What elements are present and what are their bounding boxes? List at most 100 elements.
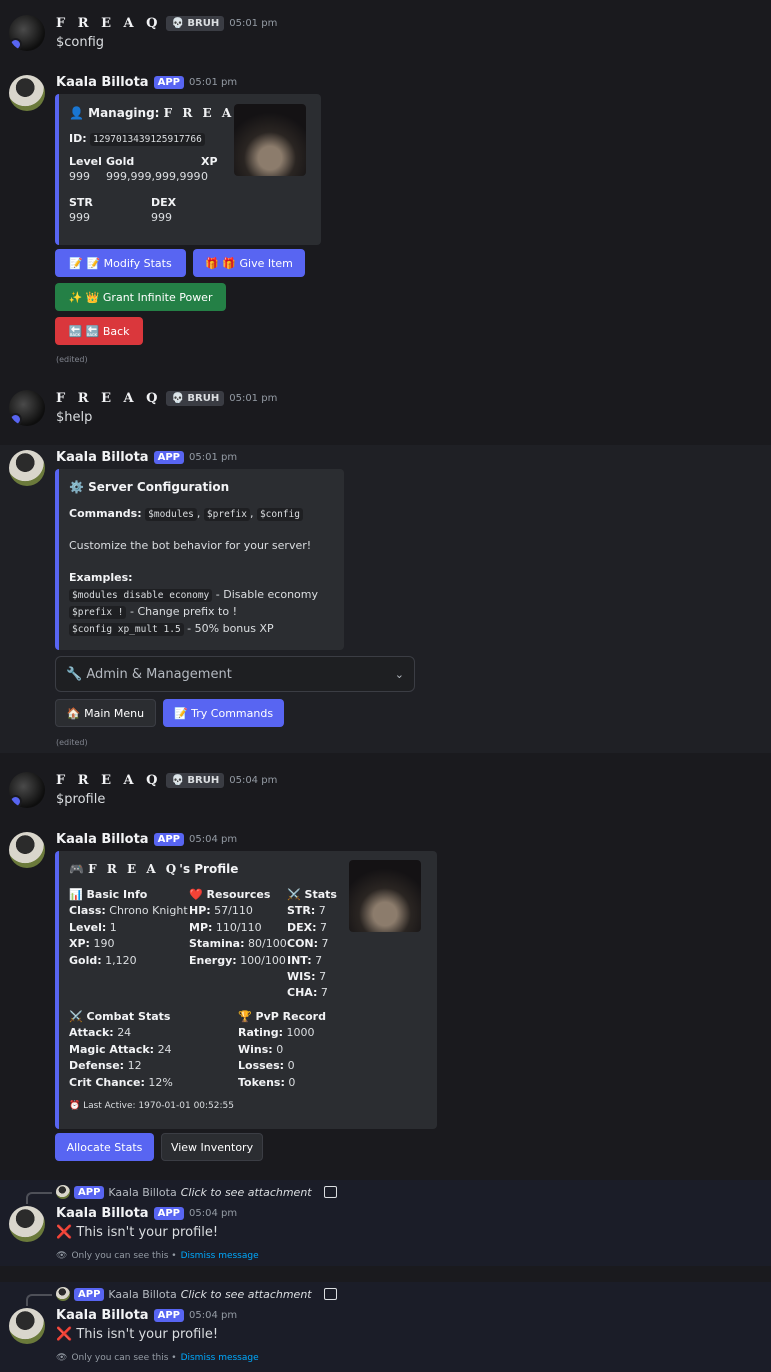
resources: ❤️ Resources HP: 57/110 MP: 110/110 Stam… [189, 888, 287, 967]
embed-thumbnail[interactable] [234, 104, 306, 176]
avatar[interactable] [9, 15, 45, 51]
timestamp: 05:04 pm [188, 1208, 238, 1219]
app-tag: APP [153, 1309, 184, 1322]
eye-icon: 👁 [56, 1251, 68, 1261]
timestamp: 05:01 pm [229, 18, 278, 29]
ephemeral-message: APP Kaala Billota Click to see attachmen… [0, 1282, 771, 1372]
message-text: $help [56, 410, 93, 425]
avatar[interactable] [9, 1206, 45, 1242]
nitro-badge-icon [9, 795, 22, 808]
stats: ⚔️ Stats STR: 7 DEX: 7 CON: 7 INT: 7 WIS… [287, 888, 337, 1000]
avatar [56, 1185, 70, 1199]
allocate-stats-button[interactable]: Allocate Stats [55, 1133, 154, 1161]
message-text: $config [56, 35, 105, 50]
heart-icon: ❤️ [189, 888, 203, 901]
game-controller-icon: 🎮 [69, 862, 84, 876]
reply-spine [26, 1192, 52, 1204]
app-tag: APP [153, 451, 184, 464]
reply-preview[interactable]: APP Kaala Billota Click to see attachmen… [56, 1287, 337, 1301]
trophy-icon: 🏆 [238, 1010, 252, 1023]
server-config-embed: ⚙️ Server Configuration Commands: $modul… [55, 469, 344, 650]
reply-spine [26, 1294, 52, 1306]
profile-embed: 🎮 F R E A Q's Profile 📊 Basic Info Class… [55, 851, 437, 1129]
edited-label: (edited) [56, 738, 88, 747]
category-select[interactable]: 🔧 Admin & Management ⌄ [55, 656, 415, 692]
nitro-badge-icon [9, 413, 22, 426]
role-tag: 💀 BRUH [166, 16, 225, 31]
modify-stats-button[interactable]: 📝 📝 Modify Stats [55, 249, 186, 277]
app-tag: APP [153, 1207, 184, 1220]
main-menu-button[interactable]: 🏠 Main Menu [55, 699, 156, 727]
message-server-config: Kaala Billota APP 05:01 pm ⚙️ Server Con… [0, 445, 771, 753]
eye-icon: 👁 [56, 1353, 68, 1363]
timestamp: 05:01 pm [188, 77, 238, 88]
basic-info: 📊 Basic Info Class: Chrono Knight Level:… [69, 888, 188, 967]
commands-line: Commands: $modules, $prefix, $config [69, 507, 303, 521]
dismiss-message-link[interactable]: Dismiss message [181, 1353, 259, 1363]
username[interactable]: Kaala Billota [56, 1206, 149, 1221]
message-text: ❌ This isn't your profile! [56, 1225, 219, 1240]
message-help: F R E A Q 💀 BRUH 05:01 pm $help [0, 375, 771, 445]
chart-icon: 📊 [69, 888, 83, 901]
role-tag: 💀 BRUH [166, 773, 225, 788]
gear-icon: ⚙️ [69, 480, 84, 494]
chevron-down-icon: ⌄ [394, 667, 404, 681]
username[interactable]: F R E A Q [56, 773, 161, 788]
view-inventory-button[interactable]: View Inventory [161, 1133, 263, 1161]
dismiss-message-link[interactable]: Dismiss message [181, 1251, 259, 1261]
avatar[interactable] [9, 1308, 45, 1344]
avatar[interactable] [9, 390, 45, 426]
username[interactable]: F R E A Q [56, 391, 161, 406]
nitro-badge-icon [9, 38, 22, 51]
user-icon: 👤 [69, 106, 84, 120]
message-profile-cmd: F R E A Q 💀 BRUH 05:04 pm $profile [0, 757, 771, 827]
username[interactable]: Kaala Billota [56, 832, 149, 847]
app-tag: APP [153, 76, 184, 89]
embed-description: Customize the bot behavior for your serv… [69, 539, 312, 552]
message-text: ❌ This isn't your profile! [56, 1327, 219, 1342]
message-text: $profile [56, 792, 106, 807]
avatar[interactable] [9, 450, 45, 486]
crossed-swords-icon: ⚔️ [69, 1010, 83, 1023]
username[interactable]: Kaala Billota [56, 1308, 149, 1323]
pvp-record: 🏆 PvP Record Rating: 1000 Wins: 0 Losses… [238, 1010, 326, 1089]
avatar [56, 1287, 70, 1301]
grant-infinite-power-button[interactable]: ✨ 👑 Grant Infinite Power [55, 283, 226, 311]
ephemeral-note: 👁 Only you can see this • Dismiss messag… [56, 1251, 259, 1261]
combat-stats: ⚔️ Combat Stats Attack: 24 Magic Attack:… [69, 1010, 173, 1089]
avatar[interactable] [9, 772, 45, 808]
try-commands-button[interactable]: 📝 Try Commands [163, 699, 284, 727]
examples-label: Examples: [69, 571, 133, 584]
embed-title: 👤 Managing: F R E A Q [69, 106, 255, 120]
user-id: 1297013439125917766 [90, 133, 205, 146]
message-config: F R E A Q 💀 BRUH 05:01 pm $config [0, 0, 771, 70]
app-tag: APP [153, 833, 184, 846]
back-button[interactable]: 🔙 🔙 Back [55, 317, 143, 345]
message-managing: Kaala Billota APP 05:01 pm 👤 Managing: F… [0, 70, 771, 370]
timestamp: 05:01 pm [229, 393, 278, 404]
image-icon [323, 1288, 337, 1300]
examples-list: $modules disable economy - Disable econo… [69, 587, 318, 638]
username[interactable]: Kaala Billota [56, 450, 149, 465]
managing-embed: 👤 Managing: F R E A Q ID: 12970134391259… [55, 94, 321, 245]
username[interactable]: F R E A Q [56, 16, 161, 31]
edited-label: (edited) [56, 355, 88, 364]
crossed-swords-icon: ⚔️ [287, 888, 301, 901]
ephemeral-note: 👁 Only you can see this • Dismiss messag… [56, 1353, 259, 1363]
timestamp: 05:04 pm [188, 834, 238, 845]
role-tag: 💀 BRUH [166, 391, 225, 406]
embed-title: Server Configuration [88, 480, 230, 494]
ephemeral-message: APP Kaala Billota Click to see attachmen… [0, 1180, 771, 1266]
timestamp: 05:04 pm [229, 775, 278, 786]
timestamp: 05:01 pm [188, 452, 238, 463]
avatar[interactable] [9, 832, 45, 868]
avatar[interactable] [9, 75, 45, 111]
embed-footer: ⏰ Last Active: 1970-01-01 00:52:55 [69, 1101, 234, 1111]
message-profile: Kaala Billota APP 05:04 pm 🎮 F R E A Q's… [0, 827, 771, 1167]
timestamp: 05:04 pm [188, 1310, 238, 1321]
image-icon [323, 1186, 337, 1198]
embed-thumbnail[interactable] [349, 860, 421, 932]
reply-preview[interactable]: APP Kaala Billota Click to see attachmen… [56, 1185, 337, 1199]
username[interactable]: Kaala Billota [56, 75, 149, 90]
give-item-button[interactable]: 🎁 🎁 Give Item [193, 249, 305, 277]
